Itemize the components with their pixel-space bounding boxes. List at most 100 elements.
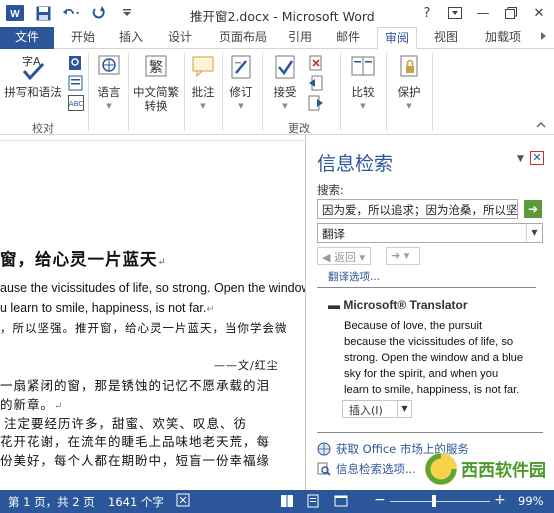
zoom-out-button[interactable]: − [374,492,386,508]
group-separator [184,53,185,131]
previous-change-icon[interactable] [308,75,324,91]
translation-text: Because of love, the pursuit because the… [344,320,524,396]
reference-service-select[interactable]: 翻译 ▼ [317,223,543,243]
status-bar: 第 1 页，共 2 页 1641 个字 − + 99% [0,490,554,513]
print-layout-icon[interactable] [306,494,320,511]
back-button[interactable]: ◀ 返回 ▾ [317,247,371,265]
tab-references[interactable]: 引用 [281,27,319,49]
chinese-conversion-button[interactable]: 繁 中文简繁 转换 [130,53,182,113]
protect-button[interactable]: 保护 ▼ [390,53,428,113]
zoom-slider[interactable] [390,501,490,502]
chevron-down-icon: ▼ [397,401,411,417]
next-change-icon[interactable] [308,95,324,111]
pane-close-button[interactable]: ✕ [530,151,544,165]
svg-text:字A: 字A [22,54,41,68]
svg-text:W: W [10,9,20,20]
protect-dropdown-icon: ▼ [406,102,412,110]
insert-button[interactable]: 插入(I) ▼ [342,400,412,418]
chevron-down-icon: ▼ [526,224,542,242]
document-heading: 窗，给心灵一片蓝天↵ [0,250,167,269]
review-ribbon: 字A 拼写和语法 ABC 校对 语言 ▼ 繁 中文简繁 转换 批注 ▼ 修订 ▼… [0,49,554,135]
search-label: 搜索: [317,183,344,197]
undo-icon[interactable] [62,4,80,22]
document-paragraph-5: 份美好，每个人都在期盼中，短盲一份幸福缘 [0,453,271,468]
reject-icon[interactable] [308,55,324,71]
window-title: 推开窗2.docx - Microsoft Word [190,9,375,24]
document-line-cn0: ，所以坚强。推开窗，给心灵一片蓝天，当你学会微 [0,321,288,335]
thesaurus-icon[interactable] [68,75,84,91]
tab-review[interactable]: 审阅 [377,27,417,50]
comment-dropdown-icon: ▼ [200,102,206,110]
ribbon-tab-bar: 文件 开始 插入 设计 页面布局 引用 邮件 审阅 视图 加载项 [0,27,554,50]
compare-dropdown-icon: ▼ [360,102,366,110]
window-controls: ? — ✕ [416,2,550,24]
selected-service: 翻译 [322,227,345,241]
translation-options-link[interactable]: 翻译选项... [328,269,380,284]
forward-button[interactable]: ➔ ▾ [386,247,420,265]
language-dropdown-icon: ▼ [106,102,112,110]
document-author: ——文/红尘 [214,359,279,372]
tab-add-ins[interactable]: 加载项 [477,27,529,49]
tab-view[interactable]: 视图 [426,27,466,49]
group-separator [88,53,89,131]
document-area[interactable]: 窗，给心灵一片蓝天↵ ause the vicissitudes of life… [0,135,305,490]
tab-page-layout[interactable]: 页面布局 [210,27,276,49]
research-options-link[interactable]: 信息检索选项... [317,461,416,477]
document-paragraph-1: 一扇紧闭的窗，那是锈蚀的记忆不愿承载的泪 [0,378,271,393]
tab-file[interactable]: 文件 [0,27,54,49]
back-label: 返回 [333,251,356,264]
tab-home[interactable]: 开始 [63,27,103,49]
quick-access-toolbar: W [6,4,136,22]
zoom-slider-thumb[interactable] [432,495,436,507]
word-count-icon[interactable]: ABC [68,95,84,111]
tab-design[interactable]: 设计 [160,27,200,49]
close-button[interactable]: ✕ [528,2,550,24]
language-button[interactable]: 语言 ▼ [92,53,126,113]
group-separator [432,53,433,131]
help-button[interactable]: ? [416,2,438,24]
track-dropdown-icon: ▼ [238,102,244,110]
changes-group-label: 更改 [288,122,310,135]
translation-result: ▬ Microsoft® Translator Because of love,… [317,287,536,424]
globe-icon [317,442,331,456]
start-search-button[interactable]: ➔ [524,200,542,218]
customize-qat-icon[interactable] [118,4,136,22]
word-count[interactable]: 1641 个字 [108,494,164,510]
compare-button[interactable]: 比较 ▼ [344,53,382,113]
spelling-grammar-button[interactable]: 字A 拼写和语法 [4,53,62,99]
research-pane: 信息检索 ▼ ✕ 搜索: 因为爱，所以追求；因为沧桑，所以坚 ➔ 翻译 ▼ ◀ … [305,135,554,490]
tab-mailings[interactable]: 邮件 [328,27,368,49]
proofing-status-icon[interactable] [176,493,192,510]
search-input[interactable]: 因为爱，所以追求；因为沧桑，所以坚 [317,199,518,219]
redo-icon[interactable] [90,4,108,22]
spelling-grammar-label: 拼写和语法 [4,85,62,99]
ribbon-scroll-icon[interactable] [536,27,550,49]
collapse-ribbon-icon[interactable] [535,119,551,135]
track-changes-button[interactable]: 修订 ▼ [224,53,258,113]
restore-icon[interactable] [500,2,522,24]
document-line-en2: u learn to smile, happiness, is not far.… [0,301,215,315]
protect-icon [394,53,424,83]
page-indicator[interactable]: 第 1 页，共 2 页 [8,494,95,510]
tab-insert[interactable]: 插入 [111,27,151,49]
conversion-label-line1: 中文简繁 [133,85,179,99]
accept-button[interactable]: 接受 ▼ [266,53,304,113]
pane-options-dropdown-icon[interactable]: ▼ [517,154,524,164]
horizontal-ruler [0,135,305,141]
zoom-level[interactable]: 99% [518,494,544,508]
word-app-icon[interactable]: W [6,4,24,22]
zoom-in-button[interactable]: + [494,492,506,508]
save-icon[interactable] [34,4,52,22]
document-line-en1: ause the vicissitudes of life, so strong… [0,281,305,295]
minimize-button[interactable]: — [472,2,494,24]
new-comment-button[interactable]: 批注 ▼ [186,53,220,113]
track-changes-label: 修订 [229,85,253,99]
group-separator [340,53,341,131]
protect-label: 保护 [397,85,421,99]
chinese-conversion-icon: 繁 [141,53,171,83]
site-watermark-logo: 西西软件园 [421,448,551,488]
web-layout-icon[interactable] [334,494,348,511]
ribbon-display-options-icon[interactable] [444,2,466,24]
read-mode-icon[interactable] [280,494,294,511]
research-icon[interactable] [68,55,84,71]
